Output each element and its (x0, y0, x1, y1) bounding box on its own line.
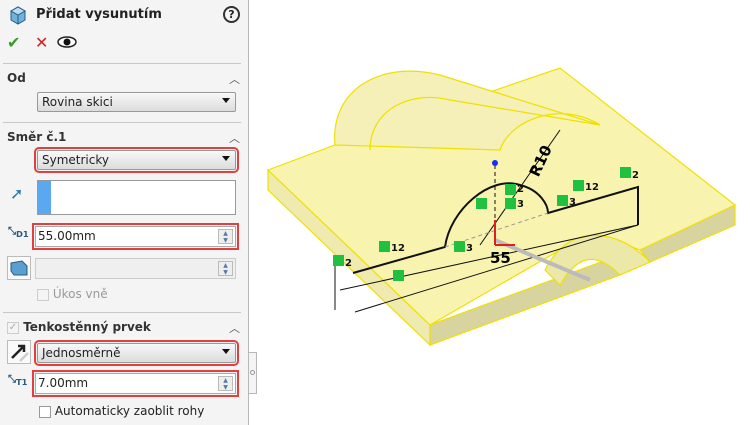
draft-spinner: ▲ ▼ (218, 261, 233, 276)
thickness-spinner[interactable]: ▲ ▼ (218, 376, 233, 391)
thickness-t1-icon: ⤡T1 (8, 374, 28, 387)
collapse-direction1-icon[interactable]: ︿ (229, 130, 240, 146)
chevron-down-icon (222, 349, 230, 354)
draft-angle-input: ▲ ▼ (35, 258, 236, 279)
relation-label: 3 (569, 197, 576, 208)
reverse-direction-button[interactable] (7, 340, 31, 364)
draft-outward-label: Úkos vně (52, 287, 108, 301)
eye-icon[interactable] (57, 35, 77, 49)
divider (3, 63, 241, 64)
auto-fillet-label: Automaticky zaoblit rohy (54, 404, 205, 418)
panel-title: Přidat vysunutím (36, 7, 162, 22)
chevron-down-icon (222, 156, 230, 161)
od-dropdown[interactable]: Rovina skici (37, 92, 236, 112)
thickness-value: 7.00mm (38, 376, 89, 390)
collapse-od-icon[interactable]: ︿ (229, 71, 240, 87)
depth-d1-icon: ⤡D1 (8, 226, 29, 239)
chevron-down-icon (222, 98, 230, 103)
relation-label: 2 (632, 170, 639, 181)
checkmark-icon[interactable]: ✔ (7, 33, 20, 52)
graphics-viewport[interactable]: R10 55 2 12 3 2 3 3 12 2 (250, 0, 750, 425)
od-value: Rovina skici (42, 95, 113, 109)
divider (3, 122, 241, 123)
relation-label: 3 (517, 199, 524, 210)
property-manager: Přidat vysunutím ? ✔ ✕ Od ︿ Rovina skici… (0, 0, 249, 425)
depth-input[interactable]: 55.00mm ▲ ▼ (32, 223, 239, 250)
extrude-cube-icon (9, 6, 27, 25)
close-icon[interactable]: ✕ (35, 33, 48, 52)
end-condition-value: Symetricky (42, 153, 109, 167)
thin-feature-label: Tenkostěnný prvek (23, 320, 151, 334)
od-section-label: Od (7, 71, 26, 85)
length-dimension[interactable]: 55 (490, 249, 511, 267)
draft-toggle-button[interactable] (7, 256, 31, 280)
relation-label: 12 (391, 243, 405, 254)
relation-label: 3 (466, 243, 473, 254)
relation-label: 2 (517, 184, 524, 195)
collapse-thin-icon[interactable]: ︿ (229, 320, 240, 336)
direction-selection-box[interactable] (37, 180, 236, 215)
end-condition-dropdown[interactable]: Symetricky (34, 147, 239, 173)
direction1-section-label: Směr č.1 (7, 130, 67, 144)
depth-value: 55.00mm (38, 229, 96, 243)
thin-type-dropdown[interactable]: Jednosměrně (34, 340, 239, 366)
relation-label: 2 (345, 258, 352, 269)
extruded-model (266, 67, 737, 347)
sketch-point (492, 160, 498, 166)
draft-outward-checkbox: Úkos vně (37, 287, 108, 301)
auto-fillet-checkbox[interactable]: Automaticky zaoblit rohy (39, 404, 204, 418)
thin-type-value: Jednosměrně (42, 346, 121, 360)
help-icon[interactable]: ? (223, 6, 240, 23)
divider (3, 312, 241, 313)
thickness-input[interactable]: 7.00mm ▲ ▼ (32, 370, 239, 397)
depth-spinner[interactable]: ▲ ▼ (218, 229, 233, 244)
direction-arrow-icon: ➚ (10, 184, 24, 203)
thin-feature-section[interactable]: ✓ Tenkostěnný prvek (7, 320, 151, 334)
relation-label: 12 (585, 182, 599, 193)
